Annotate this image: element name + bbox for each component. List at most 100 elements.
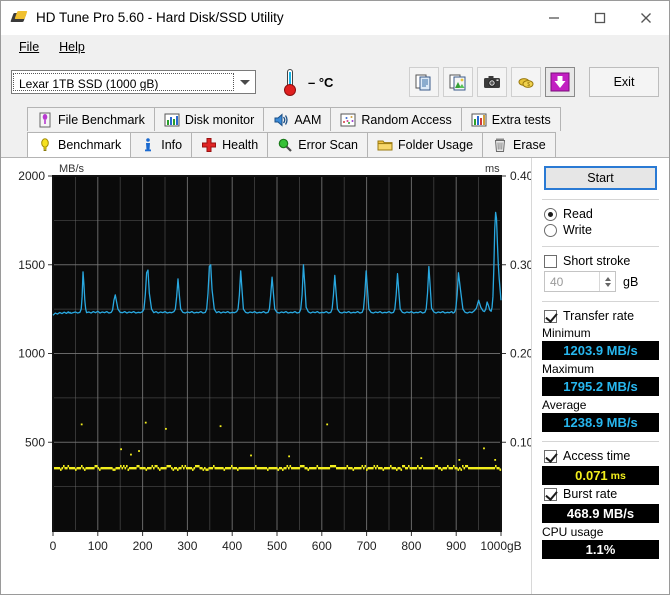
divider xyxy=(542,301,659,302)
random-access-icon xyxy=(340,113,356,126)
x-tick-label: 200 xyxy=(133,539,153,553)
x-tick-label: 800 xyxy=(401,539,421,553)
tab-info[interactable]: Info xyxy=(130,132,193,157)
checkbox-burst-rate-label: Burst rate xyxy=(563,487,618,501)
burst-rate-value-box: 468.9 MB/s xyxy=(542,504,659,523)
y-tick-label: 1500 xyxy=(18,258,45,272)
y2-tick-label: 0.30 xyxy=(510,258,531,272)
minimize-button[interactable] xyxy=(531,2,577,34)
download-arrow-icon[interactable] xyxy=(545,67,575,97)
y-axis-label: MB/s xyxy=(59,163,85,175)
temperature-readout: – °C xyxy=(308,74,334,90)
access-time-value: 0.071 xyxy=(575,468,608,483)
checkbox-burst-rate[interactable]: Burst rate xyxy=(544,487,661,501)
radio-read-indicator xyxy=(544,207,557,221)
checkbox-access-time[interactable]: Access time xyxy=(544,449,661,463)
menu-bar: File Help xyxy=(1,35,669,59)
title-bar: HD Tune Pro 5.60 - Hard Disk/SSD Utility xyxy=(1,1,669,35)
lightbulb-icon xyxy=(41,138,49,151)
short-stroke-size-row: 40 gB xyxy=(544,271,661,292)
divider xyxy=(542,246,659,247)
access-time-value-box: 0.071 ms xyxy=(542,466,659,485)
benchmark-chart-svg: MB/s ms 500 1000 1500 2000 0.10 0.20 0.30 0.40 0 10… xyxy=(18,163,531,553)
folder-icon xyxy=(377,140,393,151)
y-tick-label: 1000 xyxy=(18,347,45,361)
short-stroke-stepper[interactable]: 40 xyxy=(544,271,616,292)
chevron-down-icon[interactable] xyxy=(235,71,255,93)
hdtune-logo-icon xyxy=(10,9,29,27)
minimum-value-box: 1203.9 MB/s xyxy=(542,341,659,360)
x-tick-label: 900 xyxy=(446,539,466,553)
tab-health[interactable]: Health xyxy=(191,132,269,157)
access-time-unit: ms xyxy=(610,469,626,482)
checkbox-short-stroke[interactable]: Short stroke xyxy=(544,254,661,268)
tab-bar: File Benchmark Disk monitor AAM Random A… xyxy=(1,105,669,158)
x-tick-label: 600 xyxy=(312,539,332,553)
tab-error-scan[interactable]: Error Scan xyxy=(267,132,368,157)
tab-disk-monitor[interactable]: Disk monitor xyxy=(153,107,265,131)
tab-label: Extra tests xyxy=(491,112,551,127)
disk-monitor-icon xyxy=(164,113,180,126)
x-tick-label: 300 xyxy=(177,539,197,553)
close-button[interactable] xyxy=(623,2,669,34)
divider xyxy=(542,199,659,200)
coins-icon[interactable]: $ xyxy=(511,67,541,97)
screenshot-camera-icon[interactable] xyxy=(477,67,507,97)
y2-tick-label: 0.40 xyxy=(510,169,531,183)
stepper-arrows[interactable] xyxy=(599,272,615,291)
tab-label: Health xyxy=(222,138,259,152)
tab-label: Random Access xyxy=(361,112,452,127)
tab-erase[interactable]: Erase xyxy=(482,132,556,157)
maximum-value: 1795.2 MB/s xyxy=(563,379,638,394)
tab-label: Erase xyxy=(513,138,546,152)
x-tick-label: 100 xyxy=(88,539,108,553)
menu-item-file[interactable]: File xyxy=(9,37,49,57)
tab-row-secondary: File Benchmark Disk monitor AAM Random A… xyxy=(27,105,669,131)
average-value-box: 1238.9 MB/s xyxy=(542,413,659,432)
radio-write[interactable]: Write xyxy=(544,223,661,237)
tab-row-primary: Benchmark Info Health Error Scan Folder … xyxy=(27,131,669,157)
tab-label: AAM xyxy=(294,112,322,127)
minimum-value: 1203.9 MB/s xyxy=(563,343,638,358)
health-cross-icon xyxy=(202,138,217,152)
tab-folder-usage[interactable]: Folder Usage xyxy=(366,132,484,157)
tab-random-access[interactable]: Random Access xyxy=(330,107,462,131)
tab-aam[interactable]: AAM xyxy=(263,107,332,131)
hd-tune-window: HD Tune Pro 5.60 - Hard Disk/SSD Utility… xyxy=(0,0,670,595)
radio-read[interactable]: Read xyxy=(544,207,661,221)
burst-rate-value: 468.9 MB/s xyxy=(566,506,635,521)
info-icon xyxy=(145,138,152,152)
average-label: Average xyxy=(542,398,587,412)
start-button[interactable]: Start xyxy=(544,166,657,190)
copy-text-icon[interactable] xyxy=(409,67,439,97)
tab-extra-tests[interactable]: Extra tests xyxy=(460,107,561,131)
drive-selector[interactable]: Lexar 1TB SSD (1000 gB) xyxy=(11,70,256,94)
copy-image-icon[interactable] xyxy=(443,67,473,97)
x-tick-label: 1000gB xyxy=(480,539,521,553)
cpu-usage-value: 1.1% xyxy=(585,542,616,557)
thermometer-icon xyxy=(278,67,302,97)
radio-write-label: Write xyxy=(563,223,592,237)
exit-button[interactable]: Exit xyxy=(589,67,659,97)
benchmark-chart: MB/s ms 500 1000 1500 2000 0.10 0.20 0.30 0.40 0 10… xyxy=(1,158,531,594)
tab-benchmark[interactable]: Benchmark xyxy=(27,132,132,157)
cpu-usage-label: CPU usage xyxy=(542,525,604,539)
extra-tests-icon xyxy=(471,113,487,126)
maximize-button[interactable] xyxy=(577,2,623,34)
menu-item-help[interactable]: Help xyxy=(49,37,95,57)
svg-text:$: $ xyxy=(527,82,530,88)
x-tick-label: 500 xyxy=(267,539,287,553)
tab-label: File Benchmark xyxy=(58,112,145,127)
minimum-label: Minimum xyxy=(542,326,591,340)
start-button-label: Start xyxy=(587,171,614,185)
exit-button-label: Exit xyxy=(613,75,635,89)
checkbox-transfer-rate[interactable]: Transfer rate xyxy=(544,309,661,323)
magnifier-icon xyxy=(278,138,293,152)
checkbox-access-time-indicator xyxy=(544,449,557,463)
tab-label: Info xyxy=(161,138,183,152)
tab-label: Error Scan xyxy=(298,138,358,152)
cpu-usage-value-box: 1.1% xyxy=(542,540,659,559)
tab-label: Disk monitor xyxy=(184,112,255,127)
checkbox-short-stroke-label: Short stroke xyxy=(563,254,631,268)
tab-file-benchmark[interactable]: File Benchmark xyxy=(27,107,155,131)
